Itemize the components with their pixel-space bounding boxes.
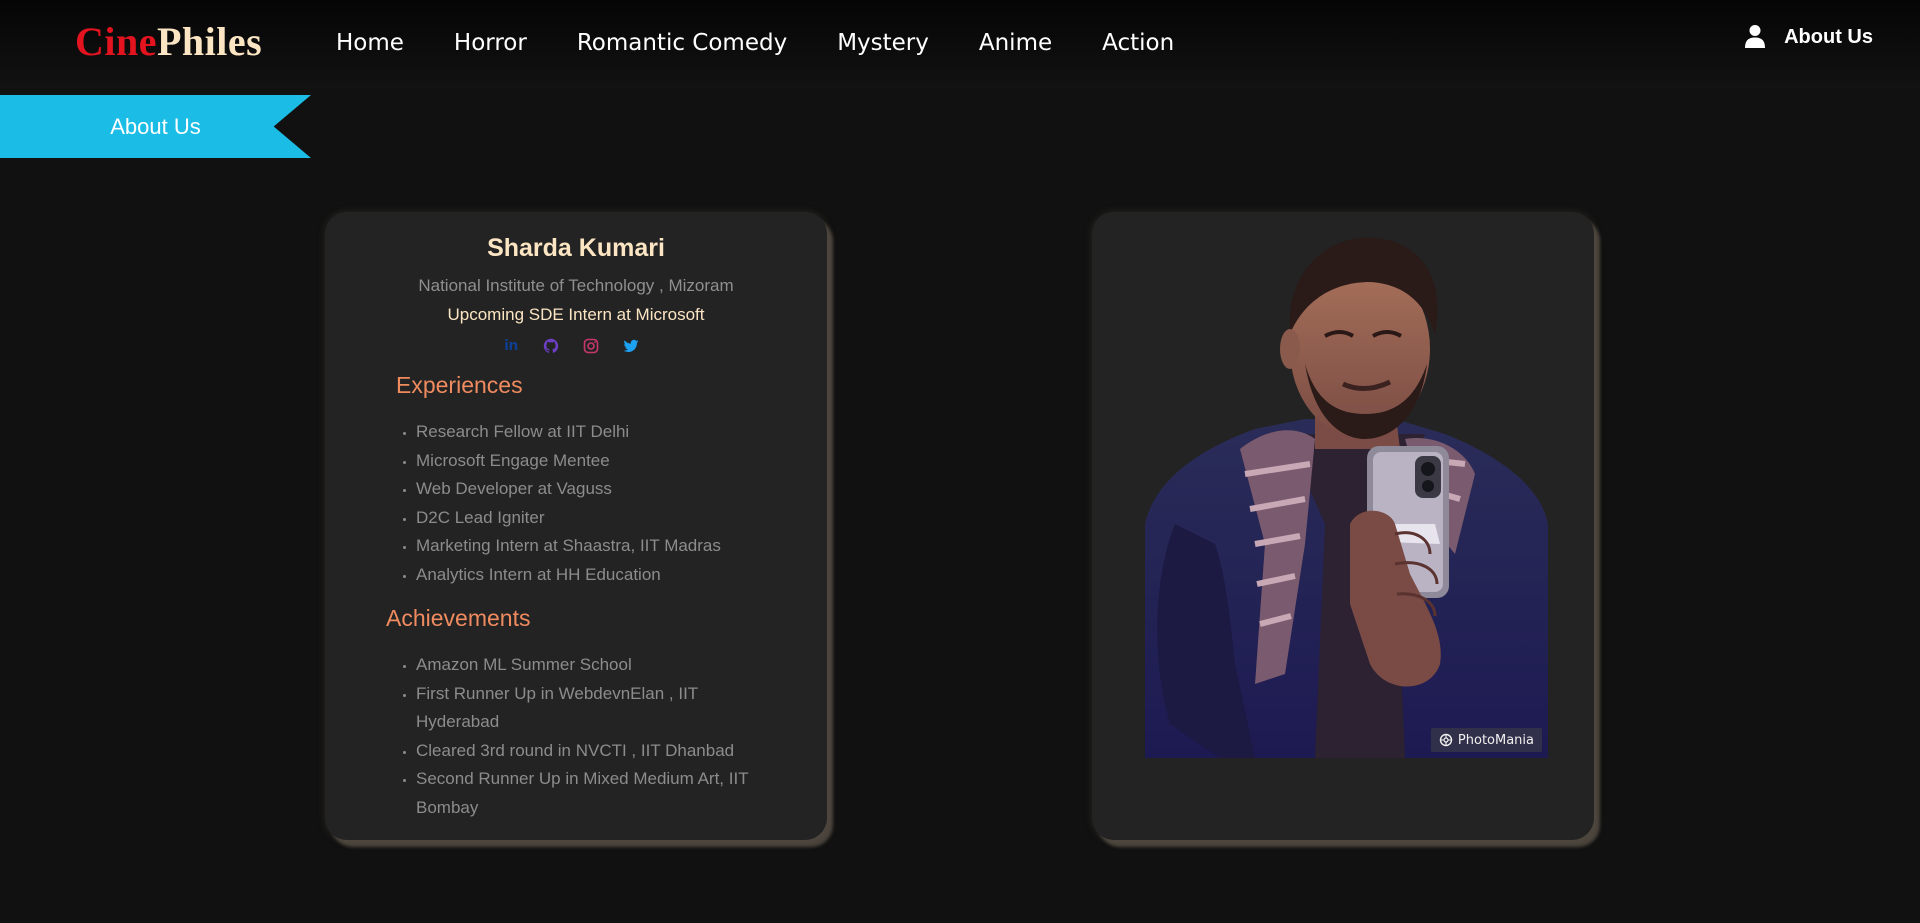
instagram-icon[interactable] — [583, 338, 599, 354]
nav-links: Home Horror Romantic Comedy Mystery Anim… — [336, 26, 1174, 60]
nav-link-horror[interactable]: Horror — [454, 26, 527, 60]
nav-link-action[interactable]: Action — [1102, 26, 1174, 60]
list-item: Web Developer at Vaguss — [416, 475, 768, 504]
list-item: Marketing Intern at Shaastra, IIT Madras — [416, 532, 768, 561]
achievements-list: Amazon ML Summer School First Runner Up … — [398, 651, 768, 822]
list-item: First Runner Up in WebdevnElan , IIT Hyd… — [416, 680, 768, 737]
experiences-list: Research Fellow at IIT Delhi Microsoft E… — [398, 418, 768, 589]
list-item: Second Runner Up in Mixed Medium Art, II… — [416, 765, 768, 822]
twitter-icon[interactable] — [623, 338, 639, 354]
brand-logo-part2: Philes — [157, 19, 263, 64]
photo-watermark-text: PhotoMania — [1457, 732, 1534, 748]
photo-card: PhotoMania — [1092, 212, 1594, 840]
experiences-heading: Experiences — [396, 372, 523, 398]
linkedin-icon[interactable]: in — [503, 338, 519, 354]
list-item: Research Fellow at IIT Delhi — [416, 418, 768, 447]
nav-link-home[interactable]: Home — [336, 26, 404, 60]
navbar: CinePhiles Home Horror Romantic Comedy M… — [0, 0, 1920, 88]
list-item: D2C Lead Igniter — [416, 504, 768, 533]
photomania-logo-icon — [1439, 733, 1453, 747]
about-us-label: About Us — [1784, 25, 1873, 48]
profile-role: Upcoming SDE Intern at Microsoft — [447, 305, 705, 324]
profile-card: Sharda Kumari National Institute of Tech… — [325, 212, 827, 840]
nav-link-mystery[interactable]: Mystery — [837, 26, 929, 60]
profile-photo-illustration — [1145, 224, 1548, 758]
nav-link-anime[interactable]: Anime — [979, 26, 1052, 60]
brand-logo[interactable]: CinePhiles — [75, 18, 262, 66]
about-us-link[interactable]: About Us — [1744, 24, 1873, 50]
list-item: Microsoft Engage Mentee — [416, 447, 768, 476]
profile-photo: PhotoMania — [1145, 224, 1548, 758]
list-item: Amazon ML Summer School — [416, 651, 768, 680]
photo-watermark: PhotoMania — [1430, 728, 1542, 752]
list-item: Cleared 3rd round in NVCTI , IIT Dhanbad — [416, 737, 768, 766]
section-ribbon-label: About Us — [110, 114, 201, 139]
list-item: Analytics Intern at HH Education — [416, 561, 768, 590]
profile-name: Sharda Kumari — [487, 234, 665, 262]
github-icon[interactable] — [543, 338, 559, 354]
social-links: in — [503, 338, 639, 354]
achievements-heading: Achievements — [386, 605, 531, 631]
brand-logo-part1: Cine — [75, 19, 157, 64]
nav-link-romantic-comedy[interactable]: Romantic Comedy — [577, 26, 787, 60]
user-icon — [1745, 25, 1766, 48]
profile-college: National Institute of Technology , Mizor… — [418, 276, 734, 295]
